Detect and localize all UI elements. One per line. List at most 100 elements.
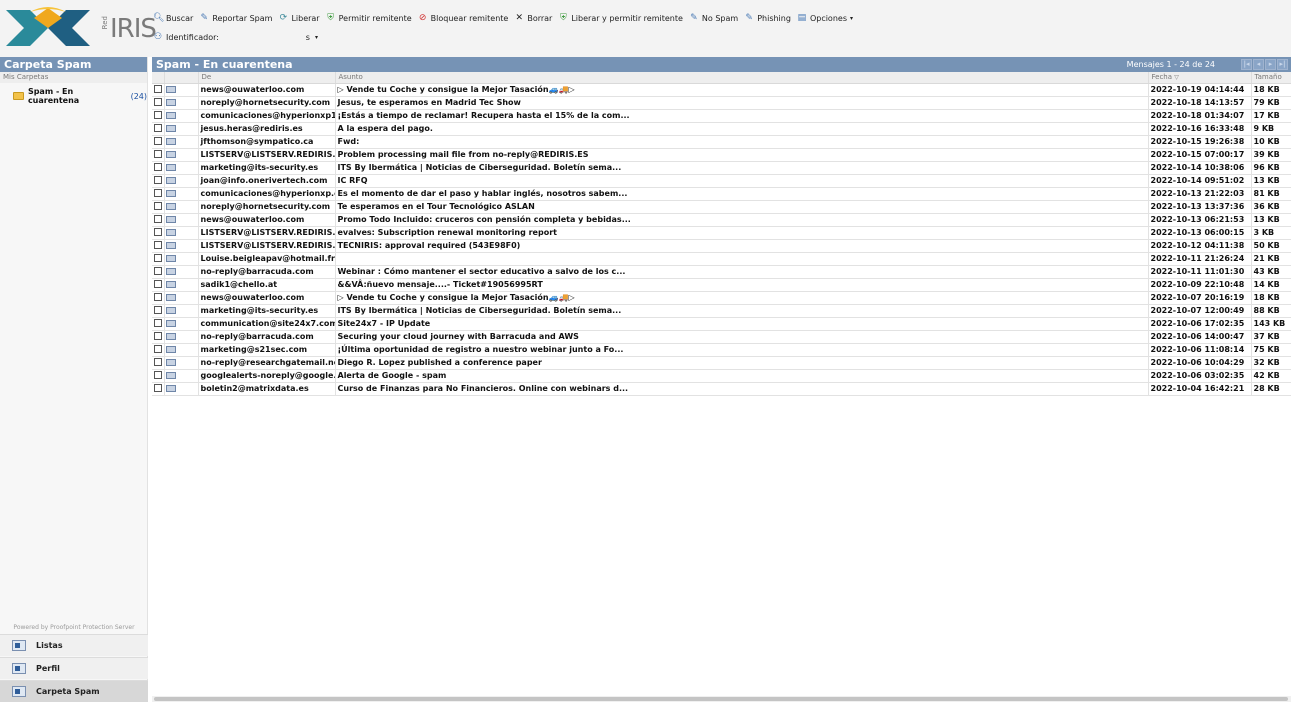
row-from[interactable]: communication@site24x7.com — [198, 317, 336, 331]
row-checkbox[interactable] — [154, 111, 162, 119]
row-from[interactable]: marketing@its-security.es — [198, 161, 336, 175]
row-subject[interactable]: Es el momento de dar el paso y hablar in… — [335, 187, 1149, 201]
table-row[interactable]: noreply@hornetsecurity.com Te esperamos e… — [152, 200, 1291, 214]
row-subject[interactable]: Promo Todo Incluido: cruceros con pensió… — [335, 213, 1149, 227]
reportar-spam-button[interactable]: ✎ Reportar Spam — [199, 13, 273, 23]
row-subject[interactable]: A la espera del pago. — [335, 122, 1149, 136]
nav-carpeta-spam[interactable]: Carpeta Spam — [0, 680, 148, 702]
row-from[interactable]: comunicaciones@hyperionxp.com — [198, 187, 336, 201]
row-from[interactable]: Louise.beigleapav@hotmail.fr — [198, 252, 336, 266]
row-checkbox[interactable] — [154, 163, 162, 171]
row-subject[interactable]: Site24x7 - IP Update — [335, 317, 1149, 331]
row-subject[interactable]: ¡Estás a tiempo de reclamar! Recupera ha… — [335, 109, 1149, 123]
row-from[interactable]: comunicaciones@hyperionxp1.com — [198, 109, 336, 123]
row-from[interactable]: news@ouwaterloo.com — [198, 83, 336, 97]
row-subject[interactable]: Diego R. Lopez published a conference pa… — [335, 356, 1149, 370]
opciones-button[interactable]: ▤ Opciones ▾ — [797, 13, 853, 23]
row-checkbox-cell[interactable] — [152, 356, 165, 370]
first-page-button[interactable]: |◂ — [1241, 59, 1252, 70]
row-checkbox[interactable] — [154, 280, 162, 288]
table-row[interactable]: marketing@its-security.es ITS By Ibermáti… — [152, 304, 1291, 318]
row-subject[interactable]: TECNIRIS: approval required (543E98F0) — [335, 239, 1149, 253]
table-row[interactable]: comunicaciones@hyperionxp1.com¡Estás a t… — [152, 109, 1291, 123]
row-subject[interactable]: ¡Última oportunidad de registro a nuestr… — [335, 343, 1149, 357]
row-subject[interactable]: ▷ Vende tu Coche y consigue la Mejor Tas… — [335, 291, 1149, 305]
phishing-button[interactable]: ✎ Phishing — [744, 13, 791, 23]
row-checkbox-cell[interactable] — [152, 369, 165, 383]
table-row[interactable]: Louise.beigleapav@hotmail.fr 2022-10-11 2… — [152, 252, 1291, 266]
row-checkbox-cell[interactable] — [152, 213, 165, 227]
row-subject[interactable]: ▷ Vende tu Coche y consigue la Mejor Tas… — [335, 83, 1149, 97]
table-row[interactable]: news@ouwaterloo.com Promo Todo Incluido: … — [152, 213, 1291, 227]
row-from[interactable]: marketing@its-security.es — [198, 304, 336, 318]
row-checkbox-cell[interactable] — [152, 200, 165, 214]
table-row[interactable]: communication@site24x7.com Site24x7 - IP … — [152, 317, 1291, 331]
row-checkbox-cell[interactable] — [152, 252, 165, 266]
liberar-button[interactable]: ⟳ Liberar — [278, 13, 320, 23]
row-checkbox-cell[interactable] — [152, 265, 165, 279]
row-subject[interactable]: ITS By Ibermática | Noticias de Ciberseg… — [335, 304, 1149, 318]
col-from[interactable]: De — [198, 72, 336, 84]
row-from[interactable]: news@ouwaterloo.com — [198, 213, 336, 227]
row-checkbox-cell[interactable] — [152, 330, 165, 344]
prev-page-button[interactable]: ◂ — [1253, 59, 1264, 70]
row-from[interactable]: LISTSERV@LISTSERV.REDIRIS.ES — [198, 226, 336, 240]
row-subject[interactable]: Jesus, te esperamos en Madrid Tec Show — [335, 96, 1149, 110]
scrollbar-thumb[interactable] — [154, 697, 1288, 701]
table-row[interactable]: googlealerts-noreply@google.comAlerta de… — [152, 369, 1291, 383]
table-row[interactable]: news@ouwaterloo.com ▷ Vende tu Coche y co… — [152, 291, 1291, 305]
row-subject[interactable]: Securing your cloud journey with Barracu… — [335, 330, 1149, 344]
row-from[interactable]: LISTSERV@LISTSERV.REDIRIS.ES — [198, 239, 336, 253]
row-checkbox[interactable] — [154, 358, 162, 366]
table-row[interactable]: marketing@s21sec.com ¡Última oportunidad … — [152, 343, 1291, 357]
col-size[interactable]: Tamaño — [1251, 72, 1291, 84]
row-checkbox[interactable] — [154, 371, 162, 379]
row-from[interactable]: LISTSERV@LISTSERV.REDIRIS.ES — [198, 148, 336, 162]
table-row[interactable]: LISTSERV@LISTSERV.REDIRIS.ES evalves: Sub… — [152, 226, 1291, 240]
row-checkbox-cell[interactable] — [152, 161, 165, 175]
row-checkbox[interactable] — [154, 254, 162, 262]
row-checkbox-cell[interactable] — [152, 291, 165, 305]
identificador-row[interactable]: ⚇ Identificador: s ▾ — [153, 32, 318, 42]
no-spam-button[interactable]: ✎ No Spam — [689, 13, 738, 23]
row-checkbox[interactable] — [154, 85, 162, 93]
row-checkbox-cell[interactable] — [152, 83, 165, 97]
next-page-button[interactable]: ▸ — [1265, 59, 1276, 70]
bloquear-remitente-button[interactable]: ⊘ Bloquear remitente — [418, 13, 508, 23]
horizontal-scrollbar[interactable] — [152, 696, 1291, 702]
col-subject[interactable]: Asunto — [335, 72, 1149, 84]
row-checkbox-cell[interactable] — [152, 382, 165, 396]
row-checkbox-cell[interactable] — [152, 187, 165, 201]
row-from[interactable]: no-reply@barracuda.com — [198, 265, 336, 279]
row-checkbox-cell[interactable] — [152, 174, 165, 188]
row-checkbox[interactable] — [154, 306, 162, 314]
row-checkbox[interactable] — [154, 293, 162, 301]
row-subject[interactable]: Fwd: — [335, 135, 1149, 149]
table-row[interactable]: joan@info.onerivertech.com IC RFQ 2022-10-… — [152, 174, 1291, 188]
row-from[interactable]: joan@info.onerivertech.com — [198, 174, 336, 188]
table-row[interactable]: boletin2@matrixdata.es Curso de Finanzas … — [152, 382, 1291, 396]
permitir-remitente-button[interactable]: ⛨ Permitir remitente — [326, 13, 411, 23]
table-row[interactable]: LISTSERV@LISTSERV.REDIRIS.ES TECNIRIS: ap… — [152, 239, 1291, 253]
row-from[interactable]: marketing@s21sec.com — [198, 343, 336, 357]
row-from[interactable]: boletin2@matrixdata.es — [198, 382, 336, 396]
buscar-button[interactable]: 🔍︎ Buscar — [153, 13, 193, 23]
row-checkbox-cell[interactable] — [152, 304, 165, 318]
row-subject[interactable]: Alerta de Google - spam — [335, 369, 1149, 383]
row-checkbox-cell[interactable] — [152, 343, 165, 357]
row-subject[interactable]: Te esperamos en el Tour Tecnológico ASLA… — [335, 200, 1149, 214]
row-checkbox[interactable] — [154, 267, 162, 275]
col-date[interactable]: Fecha ▽ — [1148, 72, 1252, 84]
row-subject[interactable]: Curso de Finanzas para No Financieros. O… — [335, 382, 1149, 396]
row-subject[interactable]: evalves: Subscription renewal monitoring… — [335, 226, 1149, 240]
table-row[interactable]: no-reply@barracuda.com Webinar : Cómo man… — [152, 265, 1291, 279]
row-checkbox[interactable] — [154, 189, 162, 197]
row-checkbox[interactable] — [154, 345, 162, 353]
folder-item-cuarentena[interactable]: Spam - En cuarentena (24) — [0, 83, 147, 105]
table-row[interactable]: news@ouwaterloo.com ▷ Vende tu Coche y co… — [152, 83, 1291, 97]
row-checkbox-cell[interactable] — [152, 109, 165, 123]
row-subject[interactable]: ITS By Ibermática | Noticias de Ciberseg… — [335, 161, 1149, 175]
row-from[interactable]: no-reply@barracuda.com — [198, 330, 336, 344]
row-from[interactable]: sadik1@chello.at — [198, 278, 336, 292]
row-subject[interactable]: &&VÂ:ñuevo mensaje....- Ticket#19056995R… — [335, 278, 1149, 292]
